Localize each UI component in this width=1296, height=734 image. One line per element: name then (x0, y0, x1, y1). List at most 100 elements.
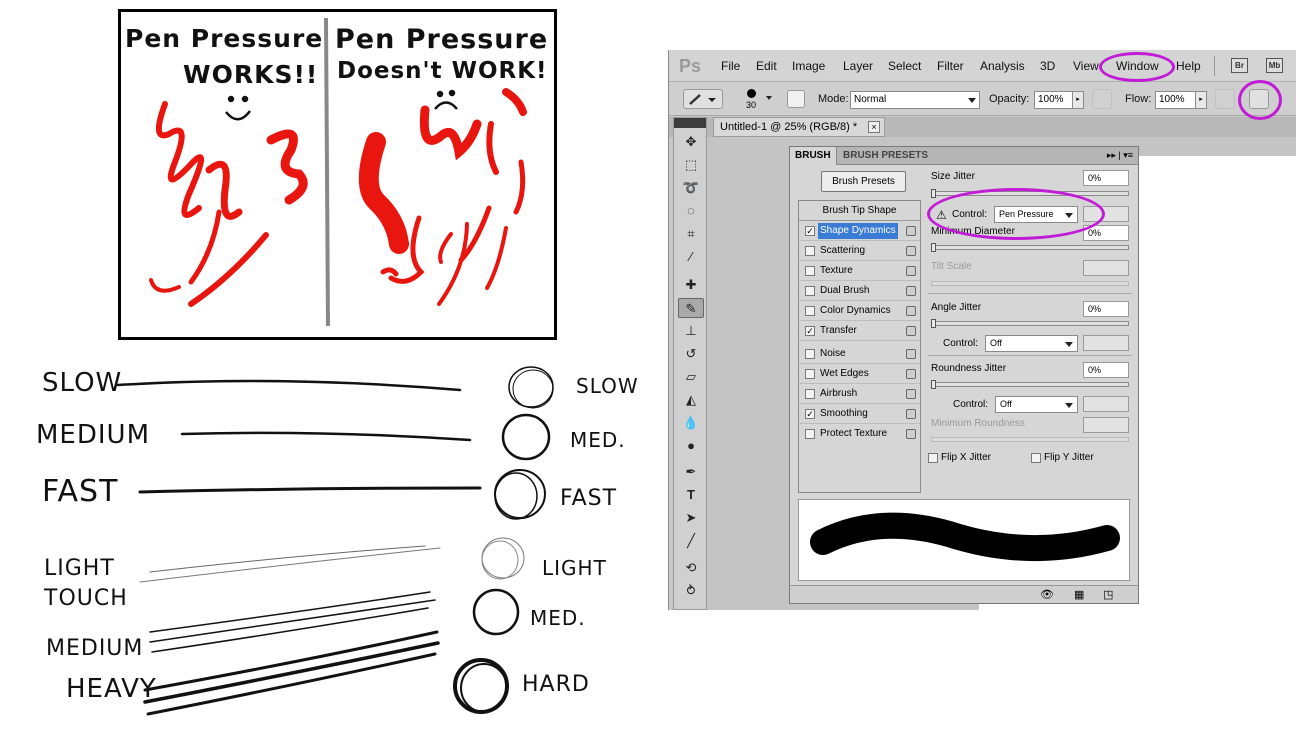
menu-image[interactable]: Image (792, 59, 825, 73)
flip-x-checkbox[interactable] (928, 453, 938, 463)
brush-tip-shape-item[interactable]: Brush Tip Shape (799, 201, 920, 221)
bridge-button[interactable]: Br (1231, 58, 1248, 73)
lock-icon[interactable] (906, 246, 916, 256)
roundness-jitter-field[interactable]: 0% (1083, 362, 1129, 378)
healing-brush-tool-icon[interactable]: ✚ (678, 275, 704, 295)
close-icon[interactable]: × (868, 121, 880, 133)
menu-view[interactable]: View (1073, 59, 1099, 73)
menu-select[interactable]: Select (888, 59, 921, 73)
tab-brush[interactable]: BRUSH (790, 147, 837, 165)
brush-grid-icon[interactable]: ▦ (1074, 588, 1084, 601)
pressure-opacity-icon[interactable] (1092, 89, 1112, 109)
checkbox[interactable] (805, 286, 815, 296)
list-item-smoothing[interactable]: ✓ Smoothing (799, 404, 920, 424)
tab-brush-presets[interactable]: BRUSH PRESETS (838, 147, 933, 165)
airbrush-icon[interactable] (1215, 89, 1235, 109)
clone-stamp-tool-icon[interactable]: ⊥ (678, 321, 704, 341)
menu-edit[interactable]: Edit (756, 59, 777, 73)
angle-jitter-field[interactable]: 0% (1083, 301, 1129, 317)
lasso-tool-icon[interactable]: ➰ (678, 178, 704, 198)
panel-menu-icon[interactable]: ▸▸ | ▾≡ (1107, 150, 1133, 161)
checkbox[interactable]: ✓ (805, 226, 815, 236)
checkbox[interactable]: ✓ (805, 326, 815, 336)
brush-tool-icon[interactable]: ✎ (678, 298, 704, 318)
lock-icon[interactable] (906, 349, 916, 359)
checkbox[interactable] (805, 389, 815, 399)
roundness-control-select[interactable]: Off (995, 396, 1078, 413)
min-diameter-slider[interactable] (931, 243, 1129, 252)
3d-orbit-tool-icon[interactable]: ⥁ (678, 581, 704, 601)
flip-y-checkbox[interactable] (1031, 453, 1041, 463)
angle-control-select[interactable]: Off (985, 335, 1078, 352)
slider-knob[interactable] (931, 380, 936, 389)
marquee-tool-icon[interactable]: ⬚ (678, 155, 704, 175)
opacity-slider-toggle[interactable]: ▸ (1072, 91, 1084, 109)
lock-icon[interactable] (906, 306, 916, 316)
move-tool-icon[interactable]: ✥ (678, 132, 704, 152)
list-item-dual-brush[interactable]: Dual Brush (799, 281, 920, 301)
checkbox[interactable]: ✓ (805, 409, 815, 419)
lock-icon[interactable] (906, 326, 916, 336)
slider-knob[interactable] (931, 189, 936, 198)
menu-filter[interactable]: Filter (937, 59, 964, 73)
lock-icon[interactable] (906, 409, 916, 419)
list-item-shape-dynamics[interactable]: ✓ Shape Dynamics (799, 221, 920, 241)
slider-knob[interactable] (931, 243, 936, 252)
roundness-jitter-slider[interactable] (931, 380, 1129, 389)
menu-file[interactable]: File (721, 59, 740, 73)
checkbox[interactable] (805, 349, 815, 359)
brush-panel-toggle-icon[interactable] (787, 90, 805, 108)
menu-3d[interactable]: 3D (1040, 59, 1055, 73)
quick-selection-tool-icon[interactable]: ◌ (678, 201, 704, 221)
crop-tool-icon[interactable]: ⌗ (678, 224, 704, 244)
checkbox[interactable] (805, 429, 815, 439)
eraser-tool-icon[interactable]: ▱ (678, 367, 704, 387)
document-tab[interactable]: Untitled-1 @ 25% (RGB/8) * × (713, 117, 885, 137)
brush-tool-icon[interactable] (683, 89, 723, 109)
list-item-texture[interactable]: Texture (799, 261, 920, 281)
slider-knob[interactable] (931, 319, 936, 328)
checkbox[interactable] (805, 266, 815, 276)
checkbox[interactable] (805, 246, 815, 256)
blur-tool-icon[interactable]: 💧 (678, 413, 704, 433)
list-item-wet-edges[interactable]: Wet Edges (799, 364, 920, 384)
history-brush-tool-icon[interactable]: ↺ (678, 344, 704, 364)
lock-icon[interactable] (906, 389, 916, 399)
lock-icon[interactable] (906, 266, 916, 276)
dodge-tool-icon[interactable]: ● (678, 436, 704, 456)
type-tool-icon[interactable]: T (678, 485, 704, 505)
line-tool-icon[interactable]: ╱ (678, 531, 704, 551)
new-preset-icon[interactable]: ◳ (1103, 588, 1113, 601)
brush-size-picker[interactable]: 30 (739, 87, 779, 113)
checkbox[interactable] (805, 369, 815, 379)
list-item-transfer[interactable]: ✓ Transfer (799, 321, 920, 341)
lock-icon[interactable] (906, 226, 916, 236)
list-item-color-dynamics[interactable]: Color Dynamics (799, 301, 920, 321)
lock-icon[interactable] (906, 369, 916, 379)
brush-presets-button[interactable]: Brush Presets (821, 171, 906, 192)
toggle-live-tip-icon[interactable]: 👁 (1040, 588, 1054, 601)
opacity-field[interactable]: 100% (1034, 91, 1074, 109)
flow-field[interactable]: 100% (1155, 91, 1197, 109)
eyedropper-tool-icon[interactable]: ⁄ (678, 247, 704, 267)
menu-help[interactable]: Help (1176, 59, 1201, 73)
list-item-airbrush[interactable]: Airbrush (799, 384, 920, 404)
paint-bucket-tool-icon[interactable]: ◭ (678, 390, 704, 410)
chevron-down-icon (1065, 403, 1073, 408)
lock-icon[interactable] (906, 286, 916, 296)
pen-tool-icon[interactable]: ✒ (678, 462, 704, 482)
menu-analysis[interactable]: Analysis (980, 59, 1025, 73)
list-item-scattering[interactable]: Scattering (799, 241, 920, 261)
mode-select[interactable]: Normal (850, 91, 980, 109)
list-item-noise[interactable]: Noise (799, 344, 920, 364)
menu-layer[interactable]: Layer (843, 59, 873, 73)
3d-rotate-tool-icon[interactable]: ⟲ (678, 558, 704, 578)
list-item-protect-texture[interactable]: Protect Texture (799, 424, 920, 444)
checkbox[interactable] (805, 306, 815, 316)
size-jitter-field[interactable]: 0% (1083, 170, 1129, 186)
angle-jitter-slider[interactable] (931, 319, 1129, 328)
mini-bridge-button[interactable]: Mb (1266, 58, 1283, 73)
lock-icon[interactable] (906, 429, 916, 439)
flow-slider-toggle[interactable]: ▸ (1195, 91, 1207, 109)
path-selection-tool-icon[interactable]: ➤ (678, 508, 704, 528)
